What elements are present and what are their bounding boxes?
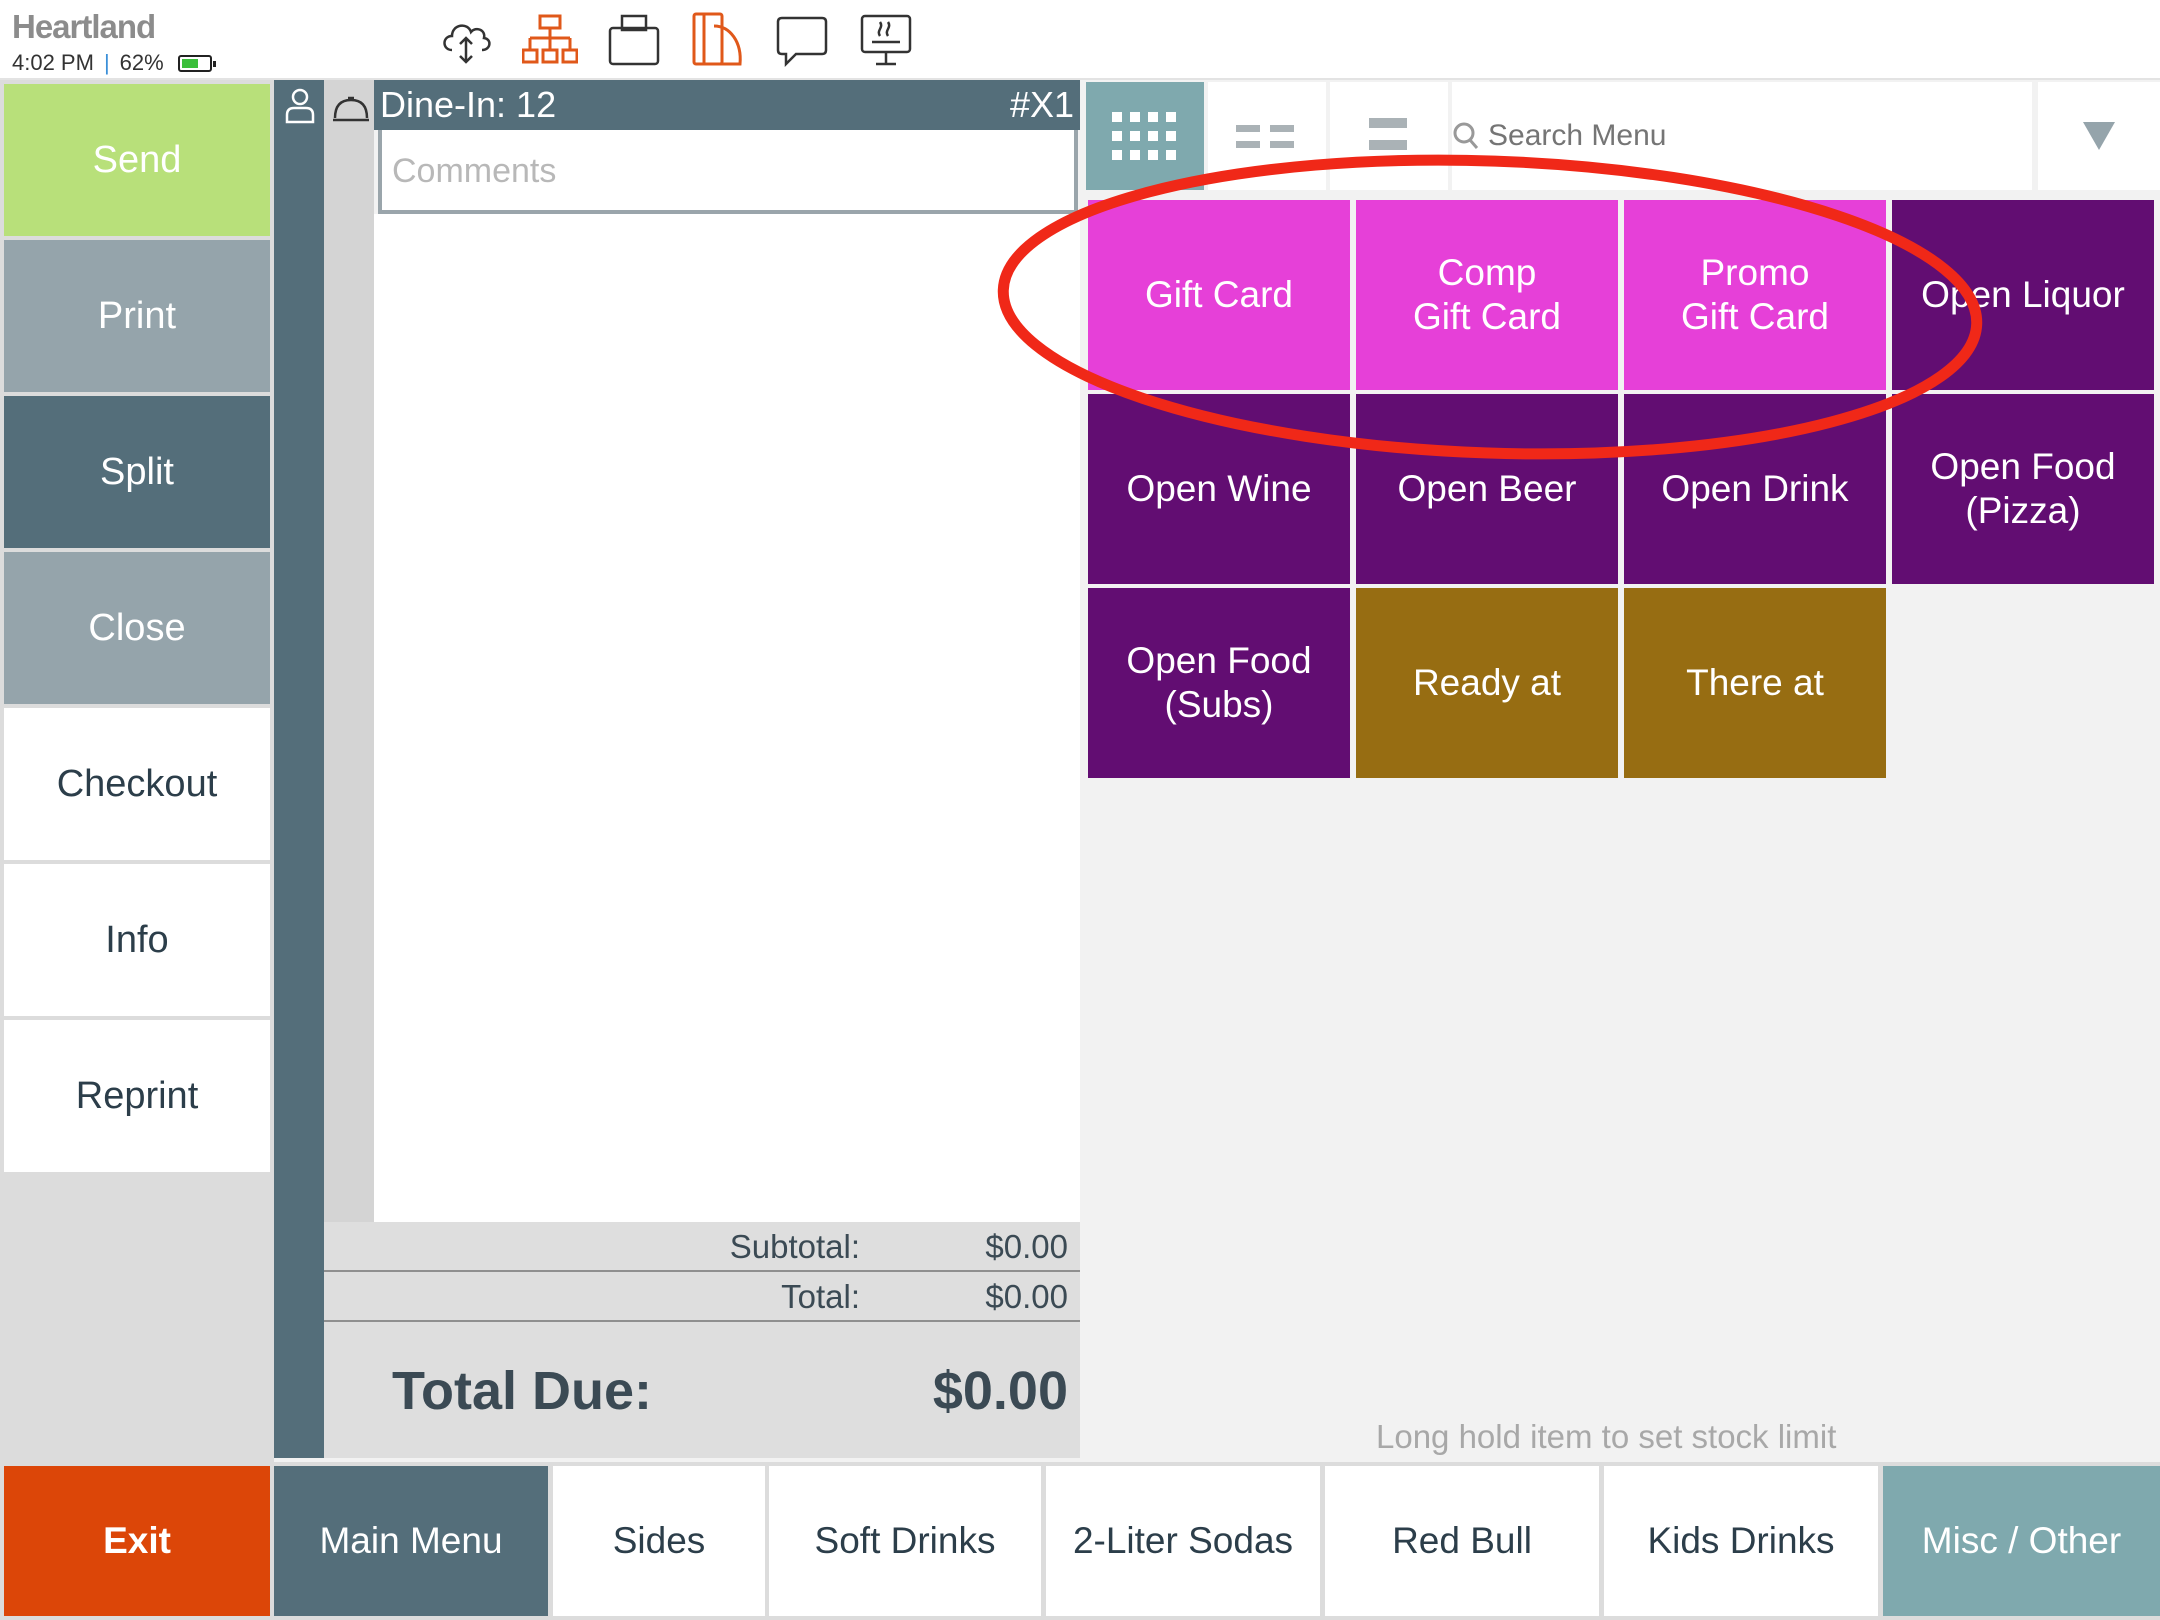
menu-item-promo-gift-card[interactable]: Promo Gift Card bbox=[1624, 200, 1886, 390]
search-icon bbox=[1453, 122, 1479, 149]
service-bell-icon[interactable] bbox=[332, 90, 370, 124]
print-button[interactable]: Print bbox=[4, 240, 270, 392]
category-2-liter-sodas[interactable]: 2-Liter Sodas bbox=[1046, 1466, 1320, 1616]
search-bar[interactable] bbox=[1452, 82, 2032, 190]
filter-triangle-icon bbox=[2083, 122, 2115, 150]
category-sides[interactable]: Sides bbox=[553, 1466, 765, 1616]
total-due-label: Total Due: bbox=[392, 1361, 652, 1421]
category-red-bull[interactable]: Red Bull bbox=[1325, 1466, 1599, 1616]
clock: 4:02 PM bbox=[12, 50, 94, 75]
columns-view-icon bbox=[1236, 125, 1294, 148]
cash-drawer-icon[interactable] bbox=[606, 12, 662, 68]
send-button[interactable]: Send bbox=[4, 84, 270, 236]
seat-strip[interactable] bbox=[274, 80, 324, 1458]
menu-item-open-wine[interactable]: Open Wine bbox=[1088, 394, 1350, 584]
close-button[interactable]: Close bbox=[4, 552, 270, 704]
split-button[interactable]: Split bbox=[4, 396, 270, 548]
grid-view-tab[interactable] bbox=[1086, 82, 1204, 190]
list-view-icon bbox=[1369, 118, 1407, 150]
total-label: Total: bbox=[781, 1278, 860, 1315]
cloud-sync-icon[interactable] bbox=[438, 12, 494, 68]
filter-button[interactable] bbox=[2038, 82, 2160, 190]
message-icon[interactable] bbox=[774, 12, 830, 68]
category-soft-drinks[interactable]: Soft Drinks bbox=[769, 1466, 1041, 1616]
search-input[interactable] bbox=[1488, 119, 1988, 153]
category-misc-other[interactable]: Misc / Other bbox=[1883, 1466, 2160, 1616]
card-reader-icon[interactable] bbox=[690, 12, 746, 68]
category-main-menu[interactable]: Main Menu bbox=[274, 1466, 548, 1616]
grid-view-icon bbox=[1112, 112, 1176, 160]
order-title: Dine-In: 12 bbox=[380, 84, 557, 125]
status-separator: | bbox=[103, 50, 110, 75]
person-icon[interactable] bbox=[284, 88, 316, 124]
subtotal-value: $0.00 bbox=[985, 1228, 1068, 1265]
menu-item-there-at[interactable]: There at bbox=[1624, 588, 1886, 778]
columns-view-tab[interactable] bbox=[1208, 82, 1326, 190]
brand-name: Heartland bbox=[12, 8, 156, 45]
menu-item-open-food-pizza[interactable]: Open Food (Pizza) bbox=[1892, 394, 2154, 584]
checkout-button[interactable]: Checkout bbox=[4, 708, 270, 860]
subtotal-label: Subtotal: bbox=[729, 1228, 860, 1265]
menu-item-comp-gift-card[interactable]: Comp Gift Card bbox=[1356, 200, 1618, 390]
list-view-tab[interactable] bbox=[1330, 82, 1448, 190]
battery-icon bbox=[177, 54, 216, 72]
menu-item-open-food-subs[interactable]: Open Food (Subs) bbox=[1088, 588, 1350, 778]
category-kids-drinks[interactable]: Kids Drinks bbox=[1604, 1466, 1878, 1616]
exit-button[interactable]: Exit bbox=[4, 1466, 270, 1616]
order-number: #X1 bbox=[1009, 84, 1074, 125]
menu-item-open-beer[interactable]: Open Beer bbox=[1356, 394, 1618, 584]
order-items-list[interactable] bbox=[374, 214, 1080, 1224]
menu-item-open-drink[interactable]: Open Drink bbox=[1624, 394, 1886, 584]
total-value: $0.00 bbox=[985, 1278, 1068, 1315]
clock-battery-line: 4:02 PM | 62% bbox=[12, 50, 216, 76]
battery-percent: 62% bbox=[119, 50, 164, 75]
menu-item-open-liquor[interactable]: Open Liquor bbox=[1892, 200, 2154, 390]
reprint-button[interactable]: Reprint bbox=[4, 1020, 270, 1172]
network-icon[interactable] bbox=[522, 12, 578, 68]
info-button[interactable]: Info bbox=[4, 864, 270, 1016]
status-bar: Heartland 4:02 PM | 62% bbox=[0, 0, 2160, 80]
battery-fill bbox=[181, 58, 198, 68]
comments-field[interactable]: Comments bbox=[378, 130, 1078, 214]
order-header: Dine-In: 12 #X1 bbox=[374, 80, 1080, 130]
menu-item-gift-card[interactable]: Gift Card bbox=[1088, 200, 1350, 390]
menu-item-ready-at[interactable]: Ready at bbox=[1356, 588, 1618, 778]
totals-panel: Subtotal: $0.00 Total: $0.00 bbox=[324, 1222, 1080, 1458]
total-row: Total: $0.00 bbox=[324, 1272, 1080, 1322]
total-due-value: $0.00 bbox=[932, 1361, 1068, 1421]
kitchen-display-icon[interactable] bbox=[858, 12, 914, 68]
stock-limit-hint: Long hold item to set stock limit bbox=[1376, 1418, 1837, 1455]
action-column: Send Print Split Close Checkout Info Rep… bbox=[0, 80, 274, 1465]
subtotal-row: Subtotal: $0.00 bbox=[324, 1222, 1080, 1272]
